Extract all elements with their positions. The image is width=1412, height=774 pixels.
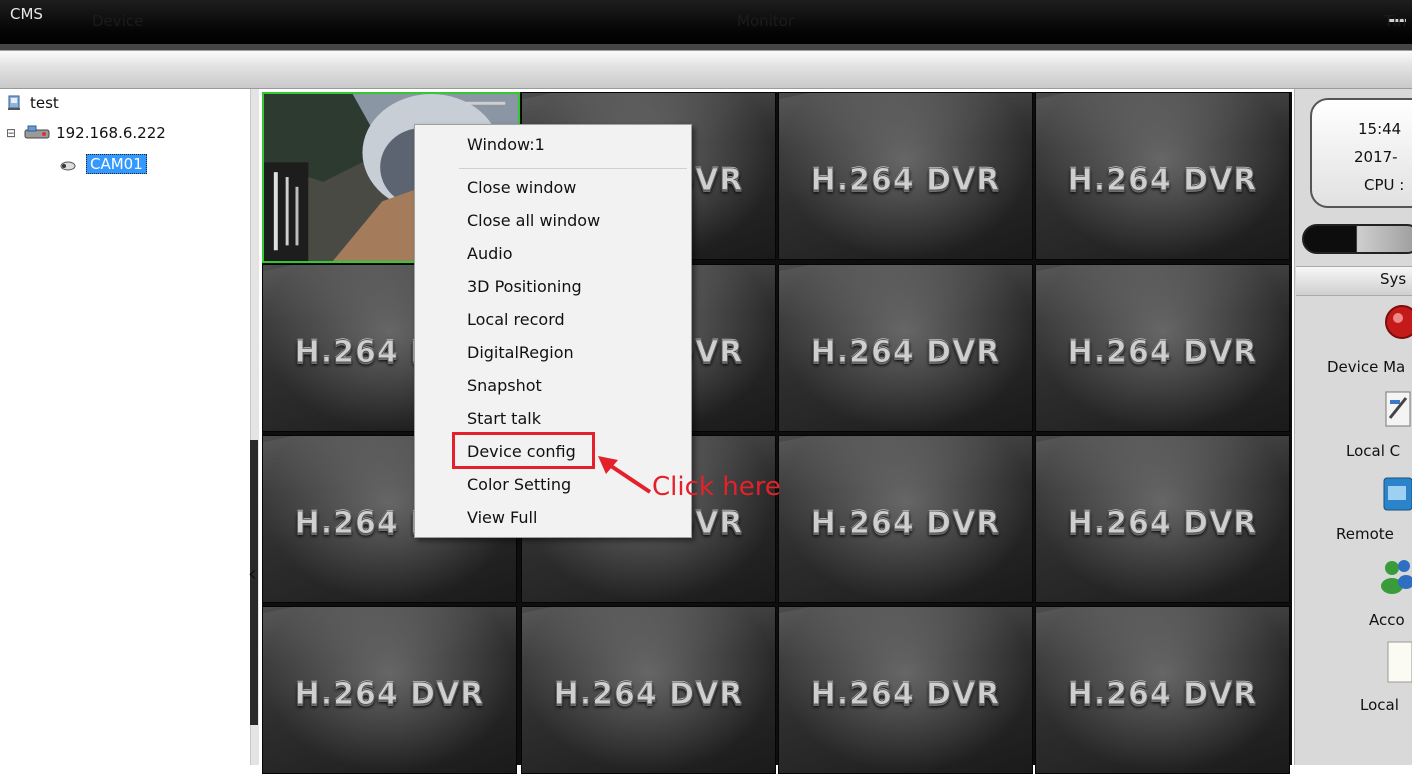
group-icon bbox=[8, 95, 20, 110]
placeholder-logo: H.264 DVR bbox=[1067, 506, 1258, 542]
collapse-panel-icon[interactable]: ‹ bbox=[248, 562, 257, 587]
video-window-3[interactable]: H.264 DVR bbox=[778, 92, 1033, 260]
account-icon[interactable] bbox=[1378, 554, 1412, 598]
menu-item-close-window[interactable]: Close window bbox=[467, 178, 576, 197]
tree-device[interactable]: ⊟ 192.168.6.222 bbox=[6, 124, 166, 142]
side-label-device-manager[interactable]: Device Ma bbox=[1327, 358, 1405, 376]
menu-separator bbox=[459, 168, 687, 169]
device-manager-icon[interactable] bbox=[1380, 302, 1412, 342]
annotation-text: Click here bbox=[652, 472, 781, 502]
camera-icon bbox=[60, 161, 76, 171]
header-tabs bbox=[0, 44, 1412, 89]
menu-item-digital-region[interactable]: DigitalRegion bbox=[467, 343, 574, 362]
placeholder-logo: H.264 DVR bbox=[1067, 335, 1258, 371]
placeholder-logo: H.264 DVR bbox=[810, 335, 1001, 371]
placeholder-logo: H.264 DVR bbox=[810, 677, 1001, 713]
video-window-13[interactable]: H.264 DVR bbox=[262, 606, 517, 774]
tree-device-label: 192.168.6.222 bbox=[56, 124, 166, 142]
video-window-15[interactable]: H.264 DVR bbox=[778, 606, 1033, 774]
annotation-highlight-box bbox=[452, 432, 595, 469]
device-tree bbox=[0, 89, 250, 765]
collapse-toggle-icon[interactable]: ⊟ bbox=[6, 126, 16, 140]
side-label-remote[interactable]: Remote bbox=[1336, 525, 1394, 543]
menu-item-audio[interactable]: Audio bbox=[467, 244, 512, 263]
menu-item-local-record[interactable]: Local record bbox=[467, 310, 565, 329]
tree-channel-label: CAM01 bbox=[86, 154, 147, 174]
video-window-12[interactable]: H.264 DVR bbox=[1035, 435, 1290, 603]
video-window-7[interactable]: H.264 DVR bbox=[778, 264, 1033, 432]
window-title: CMS bbox=[10, 5, 43, 23]
system-section-label: Sys bbox=[1380, 270, 1407, 288]
cpu-usage: CPU : bbox=[1364, 176, 1405, 194]
placeholder-logo: H.264 DVR bbox=[1067, 163, 1258, 199]
placeholder-logo: H.264 DVR bbox=[810, 163, 1001, 199]
local-config-icon[interactable] bbox=[1380, 388, 1412, 430]
annotation-arrow-icon bbox=[598, 456, 652, 494]
title-bar bbox=[0, 0, 1412, 44]
side-label-local[interactable]: Local bbox=[1360, 696, 1399, 714]
tab-monitor[interactable]: Monitor bbox=[737, 12, 794, 30]
clock-date: 2017- bbox=[1354, 148, 1398, 166]
video-window-11[interactable]: H.264 DVR bbox=[778, 435, 1033, 603]
menu-item-view-full[interactable]: View Full bbox=[467, 508, 537, 527]
video-window-8[interactable]: H.264 DVR bbox=[1035, 264, 1290, 432]
dvr-device-icon bbox=[24, 125, 50, 139]
local-file-icon[interactable] bbox=[1384, 640, 1412, 686]
placeholder-logo: H.264 DVR bbox=[553, 677, 744, 713]
menu-item-start-talk[interactable]: Start talk bbox=[467, 409, 541, 428]
menu-item-close-all-window[interactable]: Close all window bbox=[467, 211, 600, 230]
remote-config-icon[interactable] bbox=[1380, 472, 1412, 516]
tree-channel[interactable]: CAM01 bbox=[58, 154, 147, 174]
menu-header-window: Window:1 bbox=[467, 135, 545, 154]
tree-root-label: test bbox=[30, 94, 59, 112]
placeholder-logo: H.264 DVR bbox=[1067, 677, 1258, 713]
tab-time[interactable]: Tin bbox=[1384, 12, 1406, 30]
video-window-14[interactable]: H.264 DVR bbox=[521, 606, 776, 774]
side-label-account[interactable]: Acco bbox=[1369, 611, 1405, 629]
video-window-4[interactable]: H.264 DVR bbox=[1035, 92, 1290, 260]
tab-device[interactable]: Device bbox=[92, 12, 143, 30]
cpu-progress-bar bbox=[1302, 224, 1412, 254]
video-window-16[interactable]: H.264 DVR bbox=[1035, 606, 1290, 774]
menu-item-color-setting[interactable]: Color Setting bbox=[467, 475, 571, 494]
tree-root[interactable]: test bbox=[6, 94, 59, 112]
clock-panel: 15:44 2017- CPU : bbox=[1310, 98, 1412, 208]
placeholder-logo: H.264 DVR bbox=[294, 677, 485, 713]
menu-item-snapshot[interactable]: Snapshot bbox=[467, 376, 542, 395]
menu-item-3d-positioning[interactable]: 3D Positioning bbox=[467, 277, 582, 296]
side-label-local-config[interactable]: Local C bbox=[1346, 442, 1400, 460]
clock-time: 15:44 bbox=[1358, 120, 1402, 138]
placeholder-logo: H.264 DVR bbox=[810, 506, 1001, 542]
